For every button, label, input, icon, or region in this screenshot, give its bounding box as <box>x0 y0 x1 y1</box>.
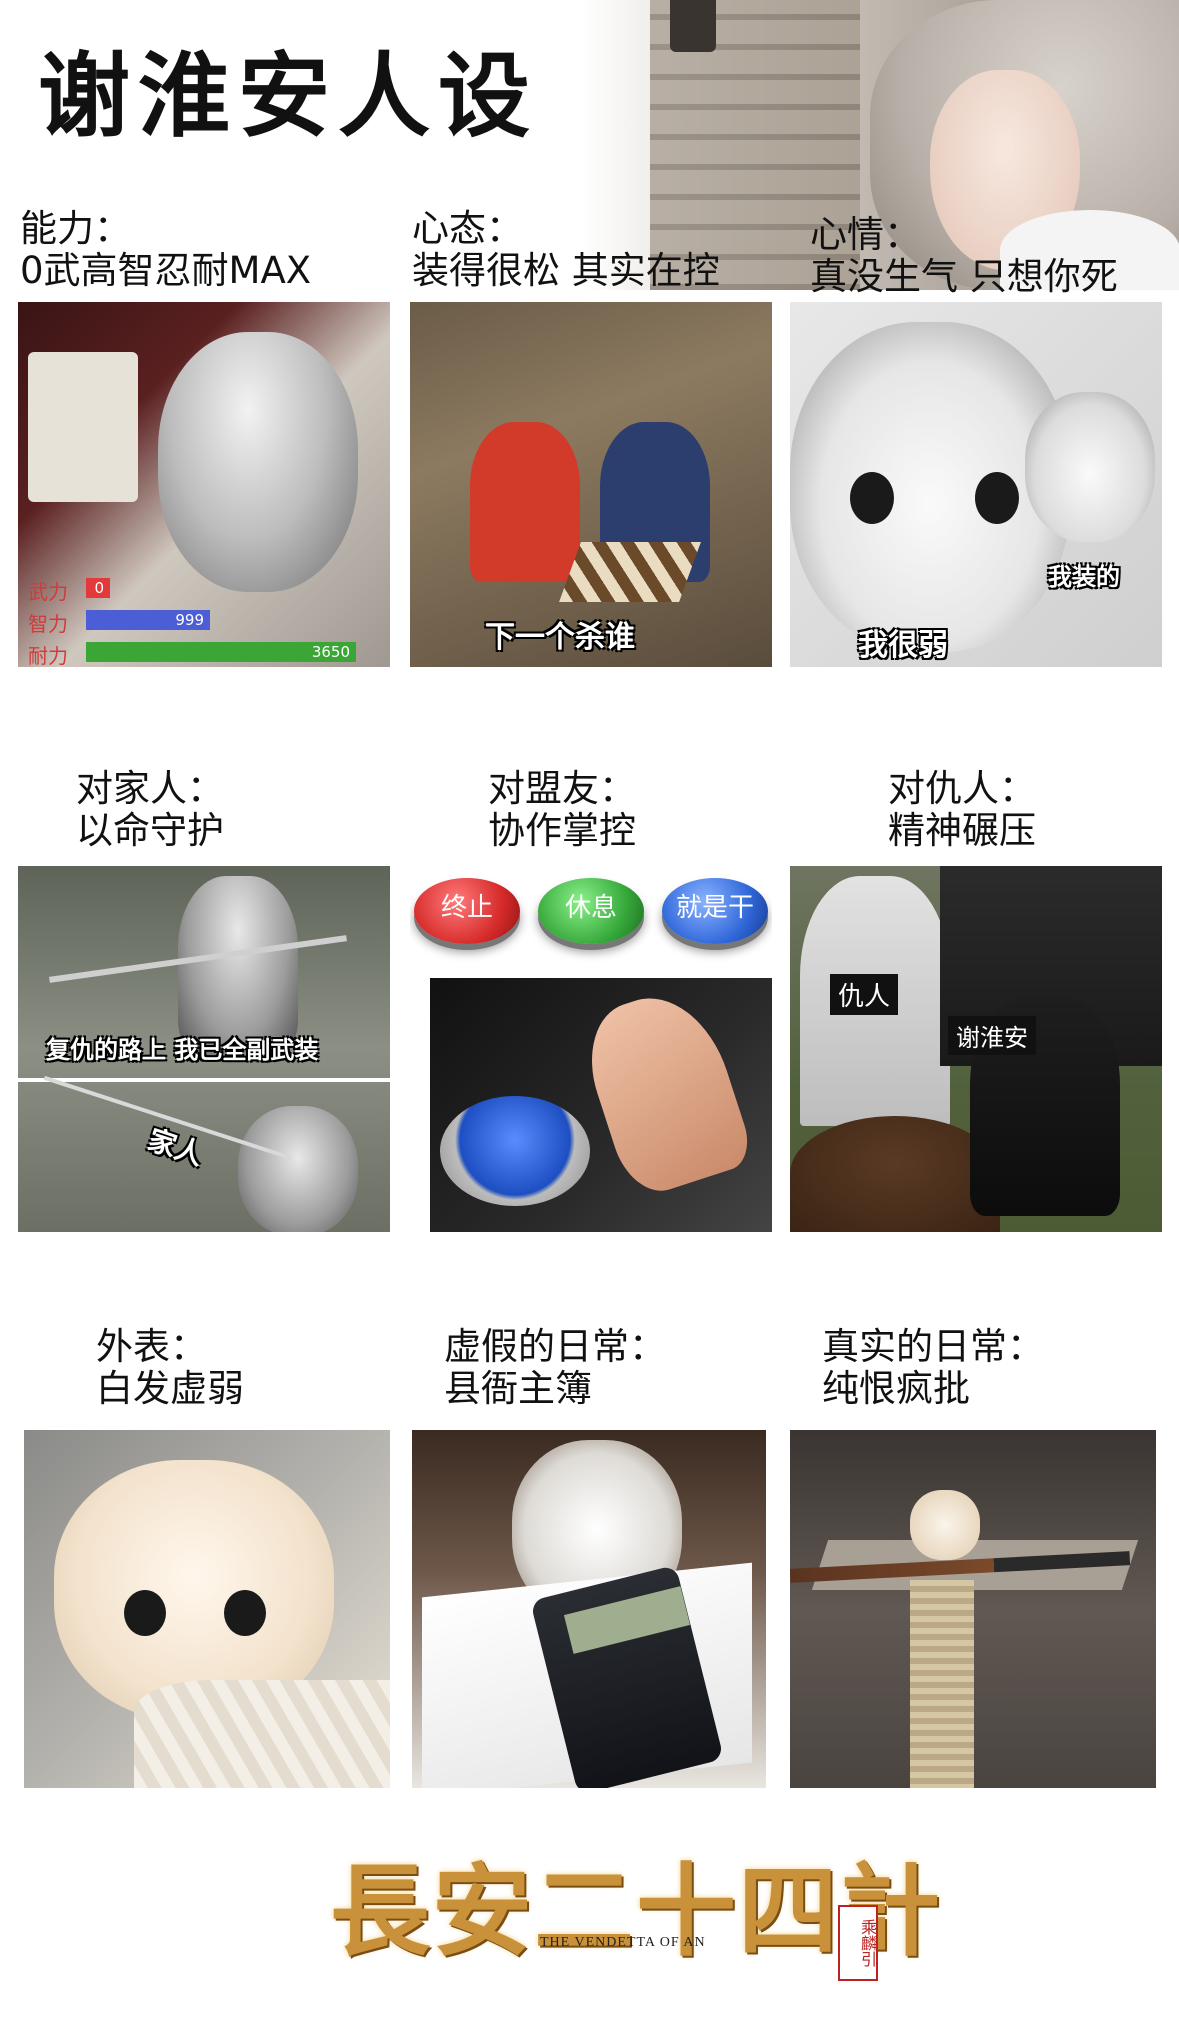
knight-armor <box>178 876 298 1056</box>
stop-button: 终止 <box>414 878 520 944</box>
stat-bar-intellect: 999 <box>86 610 210 630</box>
caption-enemies: 对仇人： 精神碾压 <box>888 767 1036 852</box>
panel-real-daily <box>790 1430 1156 1788</box>
man-red-shirt <box>470 422 580 582</box>
panel-divider <box>18 1078 390 1082</box>
big-blue-button <box>440 1096 590 1206</box>
small-cat <box>1025 392 1155 542</box>
rest-button: 休息 <box>538 878 644 944</box>
cat-eye-right <box>975 472 1019 524</box>
caption-appearance: 外表： 白发虚弱 <box>96 1325 244 1410</box>
panel-mindset: 下一个杀谁 <box>410 302 772 667</box>
just-do-it-button: 就是干 <box>662 878 768 944</box>
stat-label-force: 武力 <box>28 580 68 604</box>
tag-xie-huaian: 谢淮安 <box>948 1016 1036 1055</box>
knight-helmet <box>238 1106 358 1232</box>
kitten-eye-right <box>224 1590 266 1636</box>
overlay-next-kill: 下一个杀谁 <box>485 620 635 655</box>
panel-allies: 终止 休息 就是干 <box>410 866 772 1232</box>
lantern <box>670 0 716 52</box>
panel-mood: 我很弱 我装的 <box>790 302 1162 667</box>
stat-label-endurance: 耐力 <box>28 644 68 667</box>
caption-ability: 能力： 0武高智忍耐MAX <box>20 207 312 292</box>
kitten-eye-left <box>124 1590 166 1636</box>
overlay-armored: 复仇的路上 我已全副武装 <box>46 1036 319 1064</box>
chessboard <box>559 542 701 602</box>
tag-enemy: 仇人 <box>830 974 899 1015</box>
cat-at-computer <box>158 332 358 592</box>
caption-allies: 对盟友： 协作掌控 <box>488 767 636 852</box>
cat-eye-left <box>850 472 894 524</box>
white-cat <box>910 1490 980 1560</box>
panel-enemies: 仇人 谢淮安 <box>790 866 1162 1232</box>
panel-fake-daily <box>412 1430 766 1788</box>
caption-family: 对家人： 以命守护 <box>76 767 224 852</box>
blanket <box>134 1680 390 1788</box>
page-title: 谢淮安人设 <box>38 42 539 150</box>
dirt-mound <box>790 1116 1000 1232</box>
panel-ability: 武力 0 智力 999 耐力 3650 <box>18 302 390 667</box>
caption-mindset: 心态： 装得很松 其实在控 <box>412 207 720 292</box>
stat-label-intellect: 智力 <box>28 612 68 636</box>
caption-mood: 心情： 真没生气 只想你死 <box>810 213 1118 298</box>
stat-bar-endurance: 3650 <box>86 642 356 662</box>
show-logo-subtitle: THE VENDETTA OF AN <box>540 1935 706 1950</box>
panel-appearance <box>24 1430 390 1788</box>
overlay-i-am-weak: 我很弱 <box>858 628 948 663</box>
stat-bar-force: 0 <box>86 578 110 598</box>
computer-monitor <box>28 352 138 502</box>
overlay-pretending: 我装的 <box>1048 563 1120 591</box>
panel-family: 复仇的路上 我已全副武装 家人 <box>18 866 390 1232</box>
caption-real-daily: 真实的日常： 纯恨疯批 <box>822 1325 1044 1410</box>
cat-tree-post <box>910 1580 974 1788</box>
caption-fake-daily: 虚假的日常： 县衙主簿 <box>444 1325 666 1410</box>
red-seal: 乘麟引 <box>838 1905 878 1981</box>
